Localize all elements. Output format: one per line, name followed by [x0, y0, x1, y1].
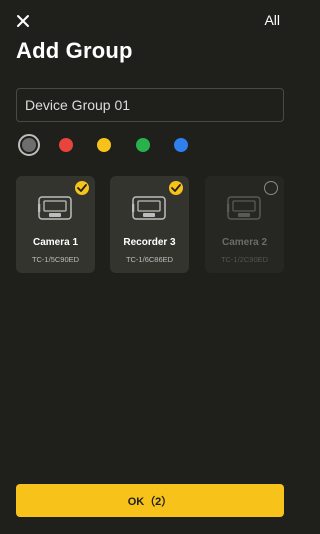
checkmark-icon	[75, 181, 89, 195]
empty-circle-icon	[264, 181, 278, 195]
device-id: TC-1/6C86ED	[125, 255, 174, 264]
device-list: Camera 1 TC-1/5C90ED Recorder 3 TC-1/6C8…	[16, 176, 284, 274]
device-id: TC-1/5C90ED	[31, 255, 80, 264]
device-card-camera-2[interactable]: Camera 2 TC-1/2C90ED	[205, 176, 284, 273]
color-swatch-yellow[interactable]	[97, 138, 111, 152]
color-picker	[16, 134, 286, 158]
device-id: TC-1/2C90ED	[220, 255, 269, 264]
color-swatch-red[interactable]	[59, 138, 73, 152]
device-name: Recorder 3	[123, 237, 176, 248]
device-name: Camera 1	[32, 237, 79, 248]
page-title: Add Group	[16, 38, 133, 63]
device-icon	[38, 196, 72, 220]
color-swatch-gray[interactable]	[18, 134, 40, 156]
group-name-input[interactable]	[16, 88, 284, 122]
device-card-recorder-3[interactable]: Recorder 3 TC-1/6C86ED	[110, 176, 189, 273]
color-swatch-green[interactable]	[136, 138, 150, 152]
close-button[interactable]	[14, 12, 32, 30]
device-name: Camera 2	[221, 237, 268, 248]
ok-button[interactable]: OK（2）	[16, 484, 284, 517]
top-bar: All	[0, 0, 300, 40]
checkmark-icon	[169, 181, 183, 195]
color-swatch-gray-fill	[22, 138, 36, 152]
close-icon	[17, 15, 29, 27]
select-all-link[interactable]: All	[264, 12, 280, 28]
device-icon	[227, 196, 261, 220]
device-icon	[132, 196, 166, 220]
device-card-camera-1[interactable]: Camera 1 TC-1/5C90ED	[16, 176, 95, 273]
color-swatch-blue[interactable]	[174, 138, 188, 152]
